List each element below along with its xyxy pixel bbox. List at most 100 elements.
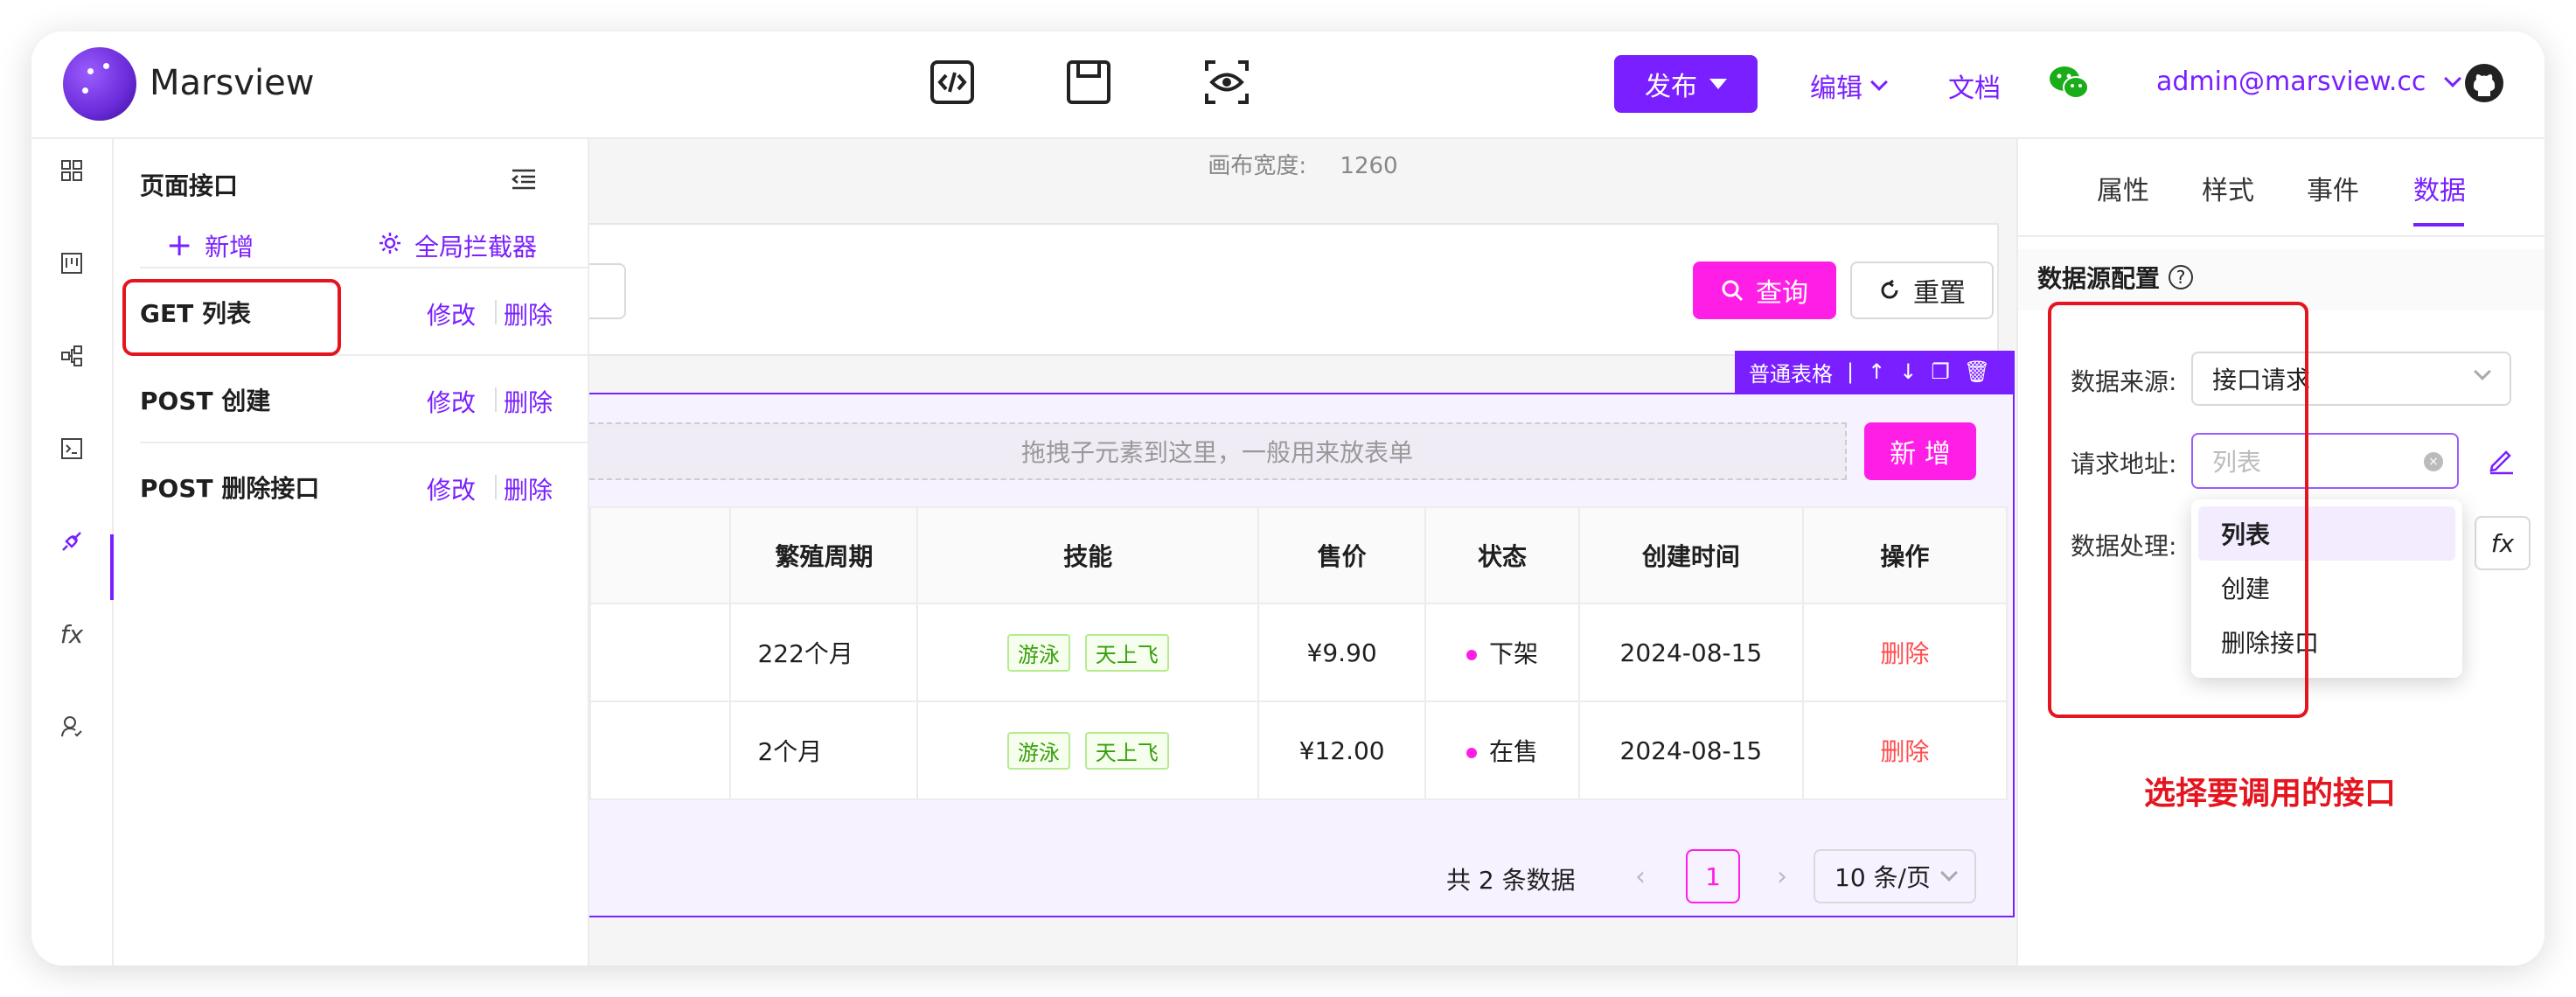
tab-events[interactable]: 事件 (2307, 169, 2359, 207)
api-item-name: POST 删除接口 (140, 474, 320, 503)
docs-link[interactable]: 文档 (1948, 66, 2001, 105)
add-record-button[interactable]: 新 增 (1864, 422, 1976, 480)
status-cell: 在售 (1424, 701, 1580, 800)
component-tag: 普通表格 (1749, 361, 1833, 387)
section-title-label: 数据源配置 (2037, 264, 2161, 293)
table-header-cell: 操作 (1801, 506, 2009, 604)
delete-row-link[interactable]: 删除 (1880, 639, 1929, 668)
table-cell (588, 701, 732, 800)
api-edit-link[interactable]: 修改 (427, 471, 476, 506)
help-icon[interactable]: ? (2169, 265, 2194, 289)
api-edit-link[interactable]: 修改 (427, 296, 476, 331)
delete-icon[interactable]: 🗑 (1964, 359, 1990, 384)
skill-tag: 天上飞 (1084, 731, 1169, 770)
table-header-cell: 状态 (1424, 506, 1580, 604)
api-item[interactable]: POST 删除接口 修改 删除 (140, 442, 588, 529)
wechat-icon[interactable] (2048, 63, 2090, 101)
highlight-box (122, 279, 341, 356)
status-text: 下架 (1489, 639, 1539, 668)
cycle-cell: 222个月 (729, 603, 919, 702)
form-select[interactable] (589, 263, 626, 319)
divider: | (1847, 359, 1855, 384)
move-down-icon[interactable]: ↓ (1899, 359, 1917, 384)
marsview-logo[interactable] (63, 47, 136, 121)
highlight-box (2048, 302, 2308, 718)
panel-title: 页面接口 (140, 171, 239, 200)
chevron-right-icon[interactable]: › (1777, 861, 1787, 892)
top-header: Marsview 发布 编辑 文档 admin@marsview.cc (31, 31, 2545, 139)
canvas-width-value: 1260 (1340, 153, 1398, 179)
code-icon[interactable] (929, 59, 976, 106)
layout-icon[interactable] (54, 246, 89, 281)
move-up-icon[interactable]: ↑ (1868, 359, 1885, 384)
api-item[interactable]: POST 创建 修改 删除 (140, 354, 588, 442)
component-toolbar: 普通表格 | ↑ ↓ ❐ 🗑 (1735, 351, 2015, 393)
pagination: 共 2 条数据 ‹ 1 › 10 条/页 (589, 849, 2008, 910)
api-delete-link[interactable]: 删除 (504, 296, 553, 331)
delete-row-link[interactable]: 删除 (1880, 737, 1929, 766)
page-size-select[interactable]: 10 条/页 (1814, 849, 1976, 903)
table-cell (588, 603, 732, 702)
collapse-menu-icon[interactable] (511, 167, 537, 192)
github-icon[interactable] (2464, 63, 2504, 103)
tree-icon[interactable] (54, 338, 89, 373)
api-icon[interactable] (54, 524, 89, 559)
api-edit-link[interactable]: 修改 (427, 384, 476, 419)
plus-icon: + (166, 227, 193, 263)
edit-pencil-icon[interactable] (2487, 445, 2517, 475)
canvas-width-label: 画布宽度: (1208, 153, 1307, 179)
publish-button[interactable]: 发布 (1614, 55, 1758, 113)
annotation-text: 选择要调用的接口 (2144, 776, 2397, 812)
copy-icon[interactable]: ❐ (1931, 359, 1950, 384)
table-row: 222个月 游泳 天上飞 ¥9.90 下架 2024-08-15 删除 (588, 603, 2009, 702)
divider (495, 387, 497, 412)
table-row: 2个月 游泳 天上飞 ¥12.00 在售 2024-08-15 删除 (588, 701, 2009, 800)
global-interceptor-button[interactable]: 全局拦截器 (378, 228, 537, 263)
table-header-cell: 创建时间 (1577, 506, 1804, 604)
tab-properties[interactable]: 属性 (2097, 169, 2149, 207)
clear-icon[interactable]: × (2424, 452, 2443, 471)
query-button[interactable]: 查询 (1693, 261, 1836, 319)
save-icon[interactable] (1065, 59, 1112, 106)
price-cell: ¥12.00 (1257, 701, 1427, 800)
chevron-down-icon (1940, 864, 1958, 882)
skills-cell: 游泳 天上飞 (916, 701, 1260, 800)
fx-button[interactable]: fx (2475, 516, 2531, 570)
terminal-icon[interactable] (54, 431, 89, 466)
page-number-current[interactable]: 1 (1686, 849, 1740, 903)
status-cell: 下架 (1424, 603, 1580, 702)
api-delete-link[interactable]: 删除 (504, 384, 553, 419)
status-dot (1466, 748, 1477, 758)
chevron-down-icon (1870, 73, 1888, 91)
gear-icon (378, 231, 402, 261)
user-icon[interactable] (54, 709, 89, 744)
reset-button[interactable]: 重置 (1850, 261, 1994, 319)
page-size-label: 10 条/页 (1835, 863, 1931, 892)
skills-cell: 游泳 天上飞 (916, 603, 1260, 702)
tab-data[interactable]: 数据 (2413, 169, 2466, 207)
status-text: 在售 (1489, 737, 1539, 766)
pagination-total: 共 2 条数据 (1446, 866, 1576, 895)
skill-tag: 天上飞 (1084, 633, 1169, 672)
preview-icon[interactable] (1203, 59, 1250, 106)
divider (495, 475, 497, 499)
table-component[interactable]: 普通表格 | ↑ ↓ ❐ 🗑 拖拽子元素到这里，一般用来放表单 新 增 繁殖周期… (588, 351, 2015, 917)
section-title: 数据源配置 ? (2037, 260, 2194, 295)
search-form: 查询 重置 (589, 223, 1999, 356)
grid-icon[interactable] (54, 153, 89, 188)
user-menu[interactable]: admin@marsview.cc (2156, 66, 2462, 97)
left-rail: fx (31, 139, 114, 966)
edit-menu[interactable]: 编辑 (1810, 66, 1888, 105)
app-name: Marsview (150, 63, 315, 103)
cycle-cell: 2个月 (729, 701, 919, 800)
add-api-button[interactable]: + 新增 (166, 228, 254, 263)
api-delete-link[interactable]: 删除 (504, 471, 553, 506)
function-icon[interactable]: fx (54, 617, 89, 652)
table-header-row: 繁殖周期 技能 售价 状态 创建时间 操作 (588, 506, 2009, 604)
search-icon (1722, 280, 1744, 302)
drop-zone[interactable]: 拖拽子元素到这里，一般用来放表单 (589, 422, 1847, 480)
tab-styles[interactable]: 样式 (2202, 169, 2254, 207)
chevron-left-icon[interactable]: ‹ (1635, 861, 1646, 892)
chevron-down-icon (2444, 69, 2462, 87)
api-item-name: POST 创建 (140, 387, 271, 415)
